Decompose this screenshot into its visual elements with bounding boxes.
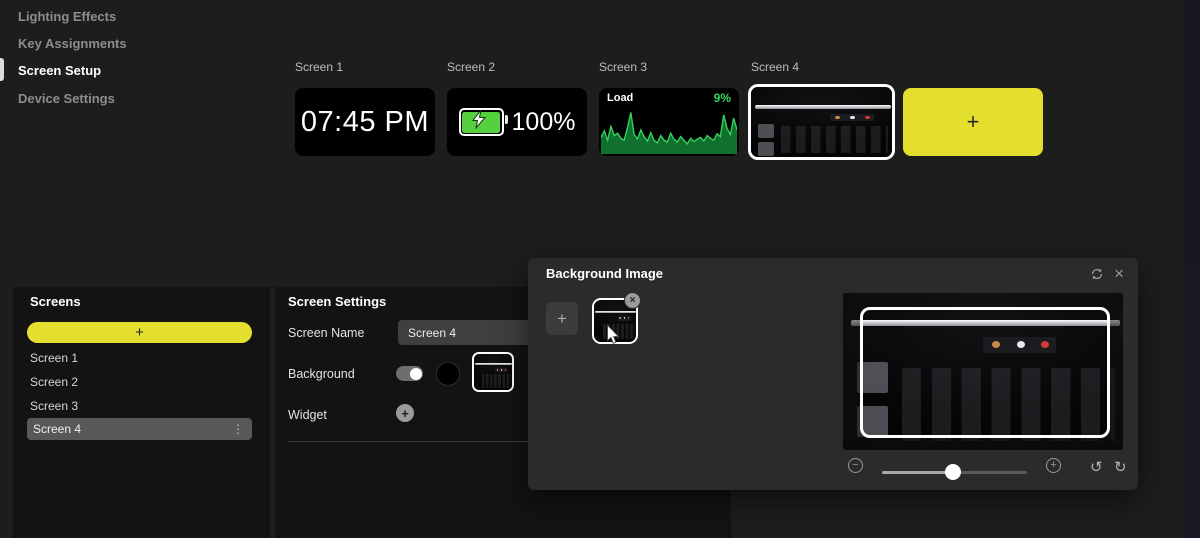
remove-image-badge[interactable]: × bbox=[624, 292, 641, 309]
add-screen-card-button[interactable]: + bbox=[903, 88, 1043, 156]
screen3-label: Screen 3 bbox=[599, 60, 648, 74]
screens-panel: Screens + Screen 1 Screen 2 Screen 3 Scr… bbox=[13, 287, 270, 538]
sidebar-item-screen-setup[interactable]: Screen Setup bbox=[18, 63, 101, 78]
window-edge bbox=[1184, 0, 1200, 538]
refresh-icon[interactable] bbox=[1090, 267, 1104, 281]
sidebar-item-lighting-effects[interactable]: Lighting Effects bbox=[18, 9, 116, 24]
add-screen-button[interactable]: + bbox=[27, 322, 252, 343]
screen-list-item-3[interactable]: Screen 3 bbox=[30, 395, 78, 417]
load-chart-value: 9% bbox=[713, 91, 731, 105]
active-nav-indicator bbox=[0, 58, 4, 81]
zoom-slider-knob[interactable] bbox=[945, 464, 962, 480]
load-chart-sparkline bbox=[600, 106, 738, 154]
clock-widget: 07:45 PM bbox=[300, 105, 430, 138]
keyboard-indicator-lights bbox=[829, 113, 874, 122]
background-toggle[interactable] bbox=[396, 366, 423, 381]
background-image-modal: Background Image × + × − + ↺ ↻ bbox=[528, 258, 1138, 490]
screen-name-label: Screen Name bbox=[288, 326, 365, 340]
battery-percent: 100% bbox=[511, 107, 576, 136]
screen-list-item-4-label: Screen 4 bbox=[33, 422, 82, 436]
screen1-label: Screen 1 bbox=[295, 60, 344, 74]
kebab-menu-icon[interactable]: ⋮ bbox=[232, 423, 244, 435]
background-label: Background bbox=[288, 367, 355, 381]
image-preview-area bbox=[843, 293, 1123, 450]
screen4-label: Screen 4 bbox=[751, 60, 800, 74]
background-image-thumbnail[interactable] bbox=[472, 352, 514, 392]
modal-title: Background Image bbox=[546, 266, 664, 281]
rotate-ccw-icon[interactable]: ↺ bbox=[1090, 458, 1103, 476]
widget-label: Widget bbox=[288, 408, 327, 422]
screen1-clock-card[interactable]: 07:45 PM bbox=[295, 88, 435, 156]
sidebar-item-device-settings[interactable]: Device Settings bbox=[18, 91, 115, 106]
screen-settings-title: Screen Settings bbox=[288, 294, 387, 309]
zoom-in-button[interactable]: + bbox=[1046, 458, 1061, 473]
screen-list-item-2[interactable]: Screen 2 bbox=[30, 371, 78, 393]
add-widget-button[interactable]: + bbox=[396, 404, 414, 422]
load-chart-title: Load bbox=[607, 92, 634, 104]
battery-icon bbox=[458, 108, 508, 136]
screen2-battery-card[interactable]: 100% bbox=[447, 88, 587, 156]
add-image-button[interactable]: + bbox=[546, 302, 578, 335]
keyboard-photo bbox=[751, 87, 892, 157]
screen4-image-card[interactable] bbox=[748, 84, 895, 160]
crop-frame[interactable] bbox=[860, 307, 1110, 438]
close-icon[interactable]: × bbox=[1114, 265, 1124, 282]
keyboard-photo bbox=[474, 354, 512, 390]
lightning-bolt-icon bbox=[471, 110, 486, 129]
screen3-load-card[interactable]: Load 9% bbox=[599, 88, 739, 156]
screen2-label: Screen 2 bbox=[447, 60, 496, 74]
sidebar-item-key-assignments[interactable]: Key Assignments bbox=[18, 36, 127, 51]
zoom-slider[interactable] bbox=[882, 464, 1027, 480]
screens-panel-title: Screens bbox=[30, 294, 81, 309]
zoom-out-button[interactable]: − bbox=[848, 458, 863, 473]
background-color-swatch[interactable] bbox=[436, 362, 460, 386]
screen-list-item-4[interactable]: Screen 4 ⋮ bbox=[27, 418, 252, 440]
rotate-cw-icon[interactable]: ↻ bbox=[1114, 458, 1127, 476]
screen-list-item-1[interactable]: Screen 1 bbox=[30, 347, 78, 369]
